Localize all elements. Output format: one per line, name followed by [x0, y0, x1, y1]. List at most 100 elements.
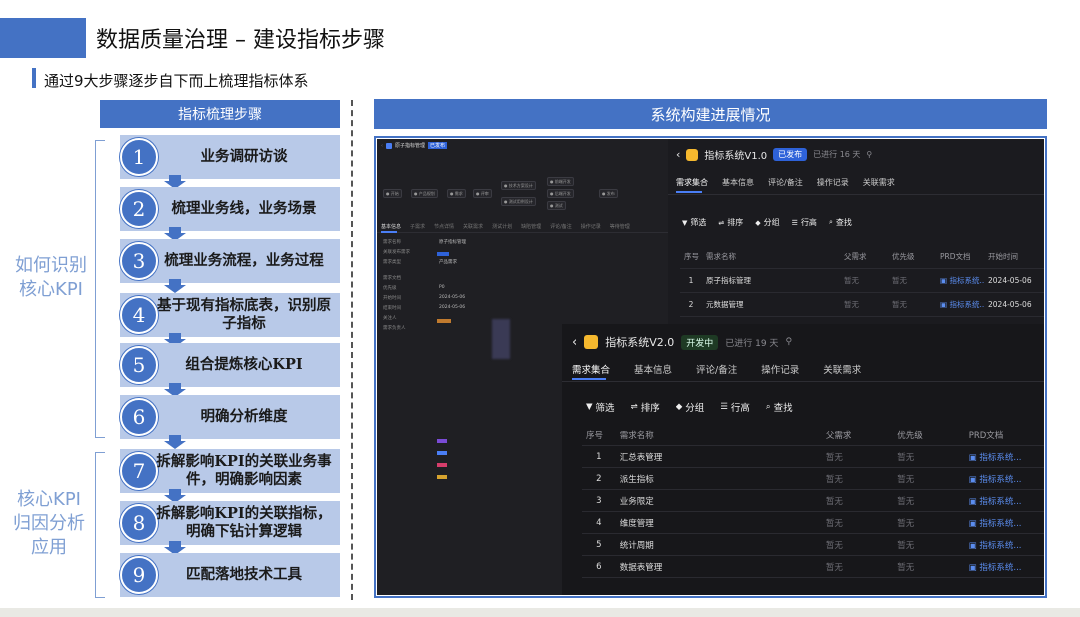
toolbar-group-button[interactable]: ◆ 分组: [755, 217, 779, 228]
cell-name: 数据表管理: [619, 562, 663, 573]
pin-icon[interactable]: ⚲: [866, 150, 872, 159]
step-item: 8 拆解影响KPI的关联指标，明确下钻计算逻辑: [120, 501, 340, 545]
column-header[interactable]: 父需求: [822, 429, 893, 441]
progress-panel-header: 系统构建进展情况: [374, 99, 1047, 129]
row-height-icon: ☰: [791, 218, 798, 227]
toolbar-filter-button[interactable]: ▼ 筛选: [682, 217, 706, 228]
table-row[interactable]: 5 统计周期 暂无 暂无 ▣ 指标系统...: [582, 534, 1044, 556]
table-row[interactable]: 6 数据表管理 暂无 暂无 ▣ 指标系统...: [582, 556, 1044, 578]
steps-panel-header: 指标梳理步骤: [100, 100, 340, 128]
shot2-tab[interactable]: 评论/备注: [768, 177, 803, 188]
column-header[interactable]: 需求名称: [616, 429, 822, 441]
shot1-field-value: 2024-05-06: [439, 295, 466, 300]
cell-prd[interactable]: ▣ 指标系统...: [965, 451, 1044, 463]
column-header[interactable]: 优先级: [888, 251, 936, 262]
cell-prd[interactable]: ▣ 指标系统...: [965, 517, 1044, 529]
toolbar-sort-button[interactable]: ⇌ 排序: [631, 400, 660, 414]
shot3-tab[interactable]: 关联需求: [823, 362, 861, 376]
column-header[interactable]: 优先级: [893, 429, 964, 441]
pin-icon[interactable]: ⚲: [785, 337, 792, 347]
shot1-field-value: 2024-05-06: [439, 305, 466, 310]
shot3-tabs: 需求集合 基本信息 评论/备注 操作记录 关联需求: [572, 362, 861, 376]
shot2-tab[interactable]: 需求集合: [676, 177, 708, 188]
shot1-tab[interactable]: 等待管理: [610, 221, 630, 232]
shot1-active-tab-indicator: [381, 231, 397, 233]
cell-prd[interactable]: ▣ 指标系统...: [965, 473, 1044, 485]
cell-name: 维度管理: [619, 518, 654, 529]
table-row[interactable]: 3 业务限定 暂无 暂无 ▣ 指标系统...: [582, 490, 1044, 512]
group1-brace: [95, 140, 105, 438]
back-icon[interactable]: ‹: [381, 143, 383, 149]
cell-priority: 暂无: [897, 474, 915, 485]
sort-icon: ⇌: [718, 218, 725, 227]
step-text: 梳理业务线，业务场景: [171, 200, 317, 217]
column-header[interactable]: 序号: [582, 429, 616, 441]
table-row[interactable]: 2 派生指标 暂无 暂无 ▣ 指标系统...: [582, 468, 1044, 490]
panel-divider: [351, 100, 353, 600]
shot1-tab[interactable]: 关联需求: [463, 221, 483, 232]
step-text: 业务调研访谈: [200, 148, 288, 165]
shot1-field-value: P0: [439, 285, 445, 290]
table-header-row: 序号 需求名称 父需求 优先级 PRD文档 开始时间: [680, 245, 1044, 269]
shot2-tab[interactable]: 关联需求: [863, 177, 895, 188]
cell-parent: 暂无: [825, 496, 843, 507]
cell-prd[interactable]: ▣ 指标系统...: [936, 275, 984, 286]
shot1-tab[interactable]: 操作记录: [581, 221, 601, 232]
back-icon[interactable]: ‹: [676, 148, 680, 161]
shot1-field-label: 需求文档: [383, 276, 401, 281]
toolbar-group-button[interactable]: ◆ 分组: [676, 400, 705, 414]
shot1-field-label: 优先级: [383, 286, 397, 291]
toolbar-row-height-button[interactable]: ☰ 行高: [792, 217, 817, 228]
shot1-tab[interactable]: 子需求: [410, 221, 425, 232]
column-header[interactable]: PRD文档: [965, 429, 1044, 441]
toolbar-find-button[interactable]: ⌕ 查找: [829, 217, 852, 228]
toolbar-row-height-button[interactable]: ☰ 行高: [720, 400, 750, 414]
flow-node: ● 技术方案设计: [501, 181, 536, 190]
cell-name: 派生指标: [619, 474, 654, 485]
table-row[interactable]: 2 元数据管理 暂无 暂无 ▣ 指标系统... 2024-05-06: [680, 293, 1044, 317]
back-icon[interactable]: ‹: [572, 335, 577, 350]
tag-chip: [437, 463, 447, 467]
shot3-tab[interactable]: 操作记录: [761, 362, 799, 376]
toolbar-label: 行高: [730, 403, 750, 414]
shot1-field-label: 需求类型: [383, 260, 401, 265]
table-row[interactable]: 1 原子指标管理 暂无 暂无 ▣ 指标系统... 2024-05-06: [680, 269, 1044, 293]
cell-prd[interactable]: ▣ 指标系统...: [965, 539, 1044, 551]
shot1-tab[interactable]: 测试计划: [492, 221, 512, 232]
column-header[interactable]: 开始时间: [984, 251, 1044, 262]
shot2-tab[interactable]: 基本信息: [722, 177, 754, 188]
shot1-tab[interactable]: 节点详情: [434, 221, 454, 232]
toolbar-filter-button[interactable]: ▼ 筛选: [586, 400, 615, 414]
sort-icon: ⇌: [630, 402, 638, 412]
toolbar-sort-button[interactable]: ⇌ 排序: [718, 217, 743, 228]
filter-icon: ▼: [586, 402, 593, 412]
toolbar-find-button[interactable]: ⌕ 查找: [766, 400, 793, 414]
step-item: 5 组合提炼核心KPI: [120, 343, 340, 387]
cell-prd[interactable]: ▣ 指标系统...: [965, 495, 1044, 507]
shot3-toolbar: ▼ 筛选 ⇌ 排序 ◆ 分组 ☰ 行高 ⌕ 查找: [586, 400, 793, 414]
shot3-tab[interactable]: 基本信息: [634, 362, 672, 376]
cell-prd[interactable]: ▣ 指标系统...: [965, 561, 1044, 573]
shot2-table: 序号 需求名称 父需求 优先级 PRD文档 开始时间 1 原子指标管理 暂无 暂无 ▣ 指标系统..…: [680, 245, 1044, 321]
shot1-tab[interactable]: 缺陷管理: [521, 221, 541, 232]
shot2-tab[interactable]: 操作记录: [817, 177, 849, 188]
column-header[interactable]: 需求名称: [702, 251, 840, 262]
step-number-badge: 7: [120, 452, 158, 490]
column-header[interactable]: PRD文档: [936, 251, 984, 262]
table-row[interactable]: 1 汇总表管理 暂无 暂无 ▣ 指标系统...: [582, 446, 1044, 468]
shot3-tab[interactable]: 需求集合: [572, 362, 610, 376]
shot3-active-tab-indicator: [572, 378, 606, 380]
step-down-arrow: [164, 435, 186, 449]
shot1-field-label: 结束时间: [383, 306, 401, 311]
table-row[interactable]: 4 维度管理 暂无 暂无 ▣ 指标系统...: [582, 512, 1044, 534]
tag-chip: [437, 439, 447, 443]
step-item: 9 匹配落地技术工具: [120, 553, 340, 597]
step-number-badge: 1: [120, 138, 158, 176]
column-header[interactable]: 父需求: [840, 251, 888, 262]
shot3-tab[interactable]: 评论/备注: [696, 362, 737, 376]
step-down-arrow: [164, 279, 186, 293]
shot1-tab[interactable]: 评论/备注: [550, 221, 572, 232]
cell-prd[interactable]: ▣ 指标系统...: [936, 299, 984, 310]
column-header[interactable]: 序号: [680, 251, 702, 262]
step-number-badge: 9: [120, 556, 158, 594]
